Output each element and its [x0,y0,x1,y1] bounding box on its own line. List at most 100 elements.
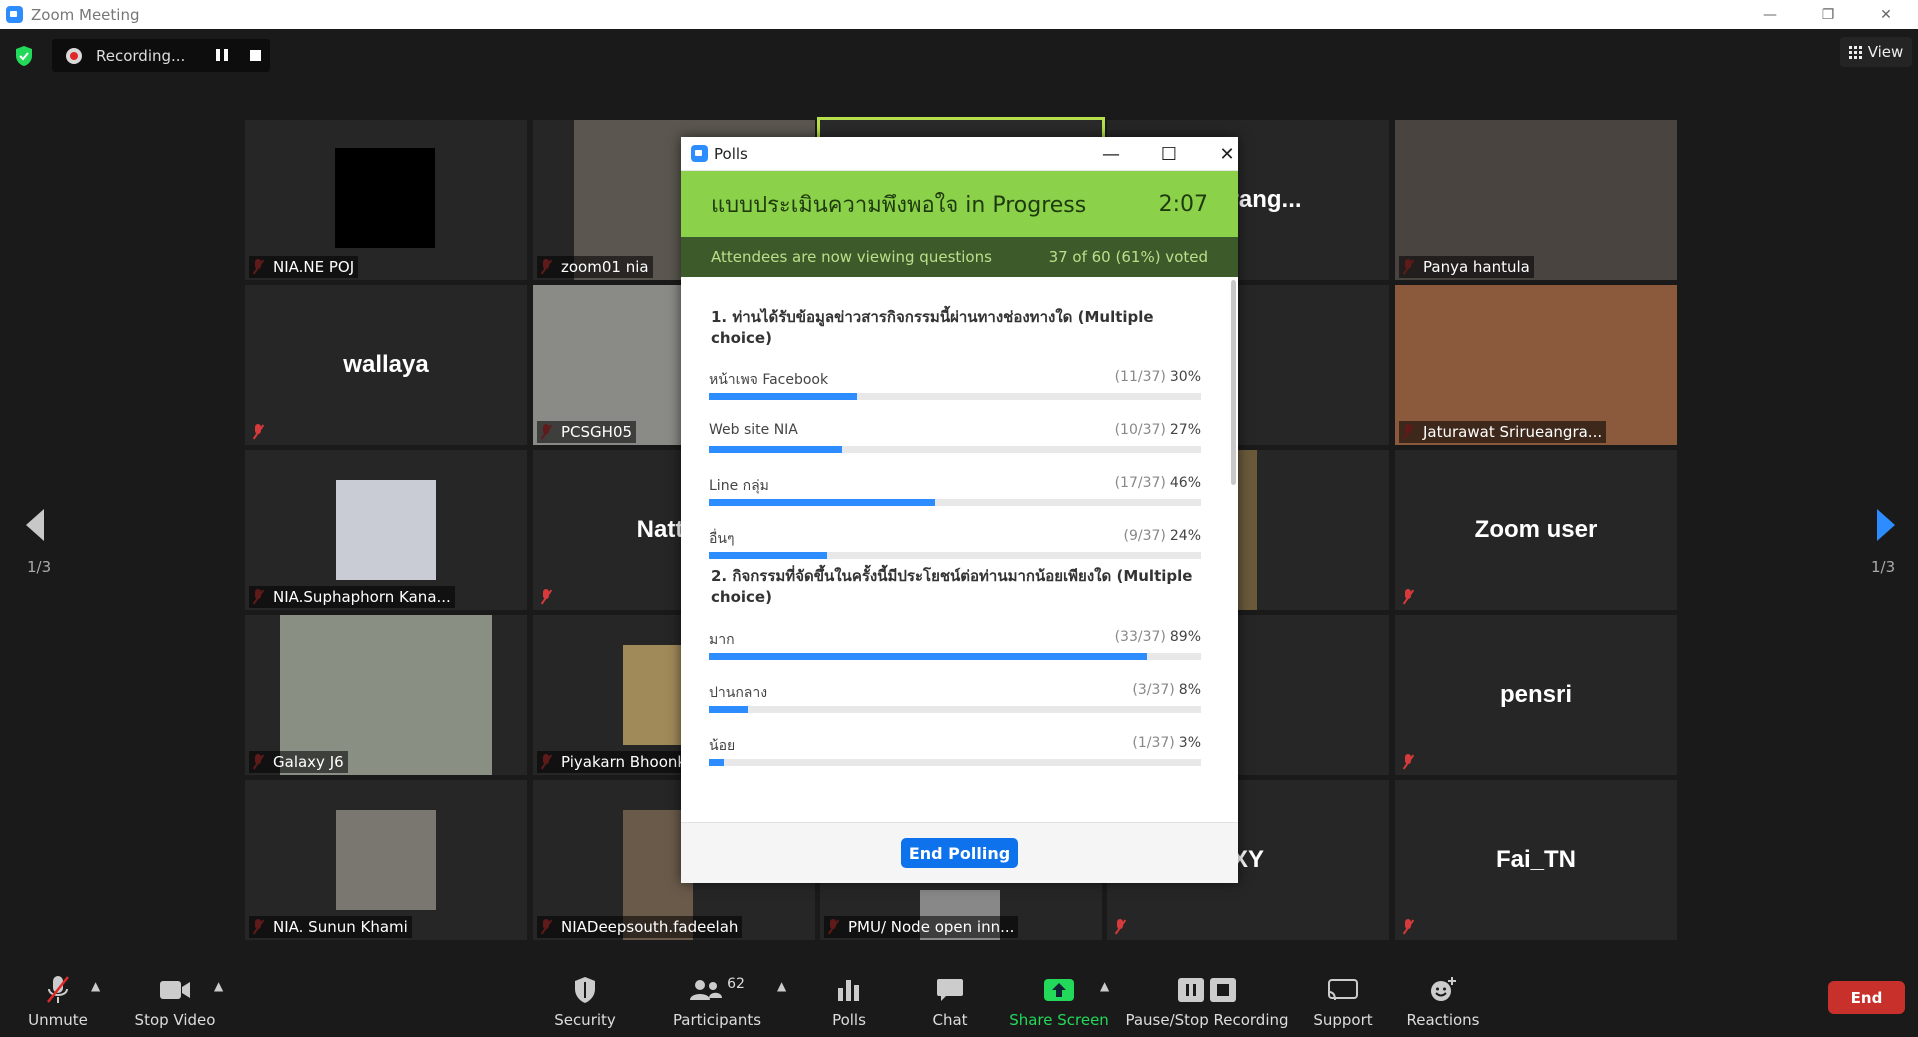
recording-label: Recording... [96,46,186,65]
poll-option-label: น้อย [709,738,736,754]
poll-footer: End Polling [681,822,1238,883]
reactions-button[interactable]: Reactions [1407,957,1479,1037]
poll-option: มาก (33/37) 89% [709,629,1201,660]
poll-scrollbar[interactable] [1231,280,1236,485]
participant-tile[interactable]: NIA.NE POJ [245,120,527,280]
stop-video-label: Stop Video [134,1011,216,1029]
participant-center-name: Fai_TN [1495,846,1577,873]
share-screen-arrow-icon [1044,979,1074,1001]
participant-tile[interactable]: Jaturawat Srirueangra... [1395,285,1677,445]
participant-name-label: zoom01 nia [537,256,653,278]
polls-maximize-button[interactable]: ☐ [1149,137,1189,171]
poll-option-percent: 3% [1178,735,1201,751]
muted-microphone-icon [539,589,553,605]
muted-microphone-icon [1401,754,1415,770]
poll-results[interactable]: 1. ท่านได้รับข้อมูลข่าวสารกิจกรรมนี้ผ่าน… [681,277,1238,822]
participant-name-label: Panya hantula [1399,256,1534,278]
poll-option-bar-fill [709,393,857,400]
video-options-caret-icon[interactable]: ▲ [214,979,223,993]
security-shield-icon [575,977,595,1003]
polls-window-title: Polls [714,144,748,163]
stop-recording-button[interactable] [250,50,261,61]
poll-option-label: Line กลุ่ม [709,478,769,494]
muted-microphone-icon [47,976,69,1003]
poll-option-bar [709,706,1201,713]
pause-stop-recording-button[interactable]: Pause/Stop Recording [1125,957,1289,1037]
poll-option-percent: 30% [1169,369,1201,385]
polls-minimize-button[interactable]: — [1091,137,1131,171]
participants-button[interactable]: 62 Participants [673,957,761,1037]
participant-tile[interactable]: NIA.Suphaphorn Kana... [245,450,527,610]
participant-tile[interactable]: Galaxy J6 [245,615,527,775]
unmute-button[interactable]: Unmute [22,957,94,1037]
poll-option-bar-fill [709,706,749,713]
stop-video-button[interactable]: Stop Video [134,957,216,1037]
muted-microphone-icon [1401,589,1415,605]
participant-tile[interactable]: pensri [1395,615,1677,775]
participant-name-label: Piyakarn Bhoonk [537,751,691,773]
poll-option-bar-fill [709,759,724,766]
participant-center-name: Zoom user [1474,516,1598,543]
polls-button[interactable]: Polls [826,957,872,1037]
participant-name-label: NIA. Sunun Khami [249,916,412,938]
share-screen-label: Share Screen [1009,1011,1109,1029]
poll-option: ปานกลาง (3/37) 8% [709,682,1201,713]
participant-name-label: Jaturawat Srirueangra... [1399,421,1607,443]
participants-options-caret-icon[interactable]: ▲ [777,979,786,993]
participant-tile[interactable]: Panya hantula [1395,120,1677,280]
next-page-arrow-icon[interactable] [1871,505,1901,545]
poll-option-count: (17/37) [1114,475,1166,491]
unmute-label: Unmute [28,1011,88,1029]
support-button[interactable]: Support [1313,957,1373,1037]
participant-tile[interactable]: NIA. Sunun Khami [245,780,527,940]
close-button[interactable]: ✕ [1868,0,1904,29]
poll-option-count: (1/37) [1132,735,1175,751]
security-button[interactable]: Security [552,957,618,1037]
support-label: Support [1313,1011,1373,1029]
recording-dot-icon [66,47,82,64]
participant-video [335,148,435,248]
participant-video [336,810,436,910]
share-options-caret-icon[interactable]: ▲ [1100,979,1109,993]
poll-option: น้อย (1/37) 3% [709,735,1201,766]
zoom-logo-icon [691,145,708,162]
poll-option-bar [709,759,1201,766]
participant-name-label: PCSGH05 [537,421,637,443]
end-polling-button[interactable]: End Polling [901,838,1018,868]
chat-button[interactable]: Chat [930,957,970,1037]
participant-center-name: pensri [1499,681,1573,708]
security-shield-icon[interactable] [14,45,34,67]
grid-icon [1848,45,1862,59]
minimize-button[interactable]: — [1752,0,1788,29]
page-indicator-right: 1/3 [1871,558,1896,576]
poll-option-count: (3/37) [1132,682,1175,698]
poll-option-bar [709,653,1201,660]
meeting-toolbar: Unmute ▲ Stop Video ▲ Security 62 Partic… [0,957,1918,1037]
participant-name-label: NIA.Suphaphorn Kana... [249,586,455,608]
zoom-logo-icon [6,6,23,23]
poll-option: Line กลุ่ม (17/37) 46% [709,475,1201,506]
previous-page-arrow-icon[interactable] [20,505,50,545]
view-button[interactable]: View [1840,37,1912,67]
poll-option-result: (33/37) 89% [1115,629,1201,645]
video-camera-icon [160,981,190,999]
poll-option-bar-fill [709,552,828,559]
restore-button[interactable]: ❐ [1810,0,1846,29]
participant-tile[interactable]: wallaya [245,285,527,445]
poll-option-percent: 46% [1169,475,1201,491]
question-1: 1. ท่านได้รับข้อมูลข่าวสารกิจกรรมนี้ผ่าน… [711,308,1154,347]
participant-tile[interactable]: Zoom user [1395,450,1677,610]
poll-title: แบบประเมินความพึงพอใจ in Progress [711,192,1087,218]
pause-recording-button[interactable] [216,49,228,61]
muted-microphone-icon [251,424,265,440]
poll-option-result: (17/37) 46% [1115,475,1201,491]
poll-option-bar-fill [709,446,842,453]
window-titlebar: Zoom Meeting — ❐ ✕ [0,0,1918,29]
audio-options-caret-icon[interactable]: ▲ [91,979,100,993]
poll-status: Attendees are now viewing questions [711,248,992,266]
poll-option-bar [709,393,1201,400]
polls-close-button[interactable]: ✕ [1207,137,1247,171]
participant-tile[interactable]: Fai_TN [1395,780,1677,940]
end-meeting-button[interactable]: End [1828,981,1905,1014]
share-screen-button[interactable]: Share Screen [1009,957,1109,1037]
